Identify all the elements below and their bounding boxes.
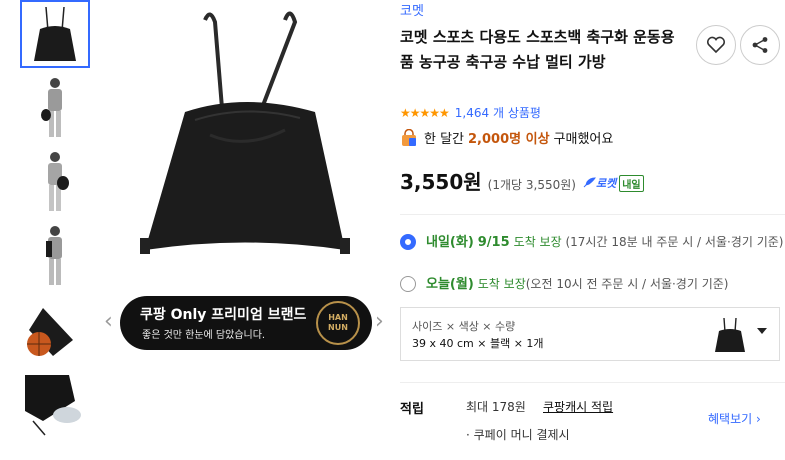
price: 3,550원 <box>400 170 482 194</box>
purchase-suffix: 구매했어요 <box>553 132 614 147</box>
ship-day: 오늘(월) <box>426 277 474 292</box>
thumbnail-2[interactable] <box>20 74 90 142</box>
banner-subtitle: 좋은 것만 한눈에 담았습니다. <box>142 330 266 341</box>
rocket-delivery-badge: 로켓 내일 <box>582 174 644 192</box>
purchase-prefix: 한 달간 <box>424 132 465 147</box>
points-max: 최대 178원 <box>466 400 526 414</box>
badge-bottom-text: NUN <box>328 323 348 332</box>
thumb-model-image <box>48 152 69 211</box>
coupang-cash-link[interactable]: 쿠팡캐시 적립 <box>543 398 613 415</box>
thumb-bag-ball-image <box>27 308 73 356</box>
hannun-badge-icon: HAN NUN <box>316 301 360 345</box>
rocket-label: 로켓 <box>595 177 617 190</box>
purchase-count: 2,000명 이상 <box>468 132 550 147</box>
shopping-bag-icon <box>402 128 416 146</box>
radio-today[interactable] <box>400 276 416 292</box>
rocket-badge-tomorrow: 내일 <box>619 174 644 192</box>
option-selector[interactable]: 사이즈 × 색상 × 수량 39 x 40 cm × 블랙 × 1개 <box>400 307 780 361</box>
divider <box>400 214 785 215</box>
thumbnail-4[interactable] <box>20 222 90 290</box>
rating-stars-icon: ★★★★★ <box>400 105 450 120</box>
thumb-model-image <box>41 78 62 137</box>
shipping-option-tomorrow[interactable]: 내일(화) 9/15 도착 보장 (17시간 18분 내 주문 시 / 서울·경기 … <box>400 232 785 253</box>
shipping-text: 오늘(월) 도착 보장(오전 10시 전 주문 시 / 서울·경기 기준) <box>400 274 785 295</box>
thumbnail-1[interactable] <box>20 0 90 68</box>
ship-day: 내일(화) <box>426 235 474 250</box>
banner-title: 쿠팡 Only 프리미엄 브랜드 <box>140 307 307 323</box>
radio-tomorrow[interactable] <box>400 234 416 250</box>
ship-label: 도착 보장 <box>513 235 562 249</box>
prev-arrow[interactable]: ‹ <box>104 310 118 334</box>
coupay-note: · 쿠페이 머니 결제시 <box>466 428 570 442</box>
ship-label: 도착 보장 <box>477 277 526 291</box>
thumbnail-6[interactable] <box>20 370 90 438</box>
shipping-text: 내일(화) 9/15 도착 보장 (17시간 18분 내 주문 시 / 서울·경기 … <box>400 232 785 253</box>
review-count-link[interactable]: 1,464 개 상품평 <box>455 104 541 121</box>
thumb-model-image <box>46 226 62 285</box>
unit-price: (1개당 3,550원) <box>487 178 576 192</box>
thumbnail-3[interactable] <box>20 148 90 216</box>
heart-icon <box>706 36 726 54</box>
rocket-icon <box>583 177 596 188</box>
share-button[interactable] <box>740 25 780 65</box>
next-arrow[interactable]: › <box>375 310 389 334</box>
ship-detail: (17시간 18분 내 주문 시 / 서울·경기 기준) <box>565 235 784 249</box>
ship-detail: (오전 10시 전 주문 시 / 서울·경기 기준) <box>525 277 729 291</box>
option-bag-image <box>715 317 745 352</box>
main-product-image <box>100 0 390 300</box>
benefit-link[interactable]: 혜택보기 › <box>708 410 761 427</box>
wishlist-button[interactable] <box>696 25 736 65</box>
thumb-bag-shoes-image <box>25 375 81 436</box>
brand-link[interactable]: 코멧 <box>400 0 424 19</box>
chevron-down-icon <box>757 328 767 334</box>
product-title: 코멧 스포츠 다용도 스포츠백 축구화 운동용품 농구공 축구공 수납 멀티 가… <box>400 28 675 71</box>
option-value: 39 x 40 cm × 블랙 × 1개 <box>412 337 544 350</box>
points-label: 적립 <box>400 402 424 417</box>
option-label: 사이즈 × 색상 × 수량 <box>412 320 516 333</box>
thumb-bag-image <box>34 6 76 61</box>
thumbnail-5[interactable] <box>20 296 90 364</box>
rating-row: ★★★★★ 1,464 개 상품평 <box>400 104 541 121</box>
purchase-info: 한 달간 2,000명 이상 구매했어요 <box>400 128 613 147</box>
ship-date: 9/15 <box>477 235 510 250</box>
badge-top-text: HAN <box>328 313 348 322</box>
price-row: 3,550원 (1개당 3,550원) 로켓 내일 <box>400 166 644 195</box>
premium-brand-banner[interactable]: 쿠팡 Only 프리미엄 브랜드 좋은 것만 한눈에 담았습니다. HAN NU… <box>120 296 372 350</box>
divider <box>400 382 785 383</box>
shipping-option-today[interactable]: 오늘(월) 도착 보장(오전 10시 전 주문 시 / 서울·경기 기준) <box>400 274 785 295</box>
share-icon <box>752 37 768 53</box>
